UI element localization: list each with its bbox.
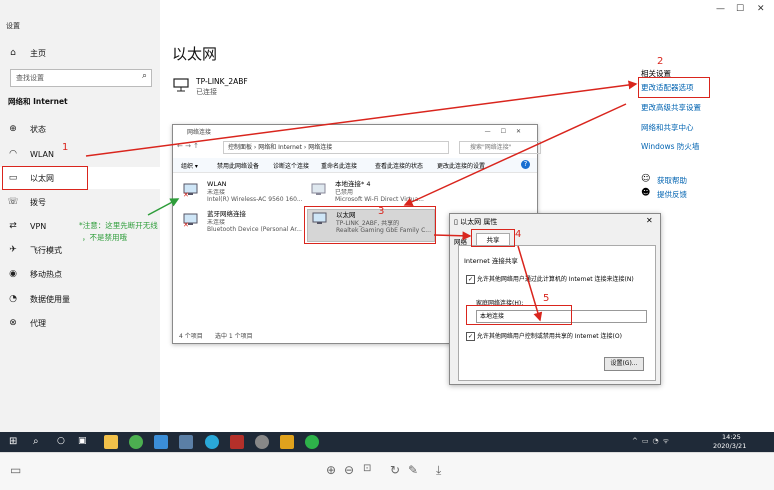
start-button[interactable]: ⊞ bbox=[9, 436, 17, 447]
chrome-icon[interactable] bbox=[129, 435, 143, 449]
annotation-3: 3 bbox=[378, 206, 385, 217]
gear-icon[interactable] bbox=[255, 435, 269, 449]
note-line-1: *注意：这里先断开无线 bbox=[79, 221, 158, 230]
app-icon[interactable] bbox=[154, 435, 168, 449]
zoom-out-icon[interactable]: ⊖ bbox=[344, 463, 354, 477]
settings-window: 设置 ⌂ 主页 查找设置 ⌕ 网络和 Internet ⊕ 状态 ◠ WLAN ▭ 以… bbox=[0, 0, 774, 432]
zoom-in-icon[interactable]: ⊕ bbox=[326, 463, 336, 477]
clock-time[interactable]: 14:25 bbox=[722, 433, 741, 441]
annotation-4: 4 bbox=[515, 229, 522, 240]
app-icon[interactable] bbox=[280, 435, 294, 449]
edit-icon[interactable]: ✎ bbox=[408, 463, 418, 477]
download-icon[interactable]: ⤓ bbox=[436, 463, 441, 478]
tray-icons[interactable]: ^▭◔ᯤ bbox=[632, 437, 673, 446]
settings-app-icon[interactable] bbox=[179, 435, 193, 449]
search-icon[interactable]: ⌕ bbox=[33, 436, 39, 447]
viewer-toolbar: ▭ ⊕ ⊖ ⊡ ↻ ✎ ⤓ bbox=[0, 452, 774, 490]
taskbar: ⊞ ⌕ ○ ▣ ^▭◔ᯤ 14:25 2020/3/21 bbox=[0, 432, 774, 452]
window-icon[interactable]: ▭ bbox=[10, 463, 21, 477]
task-view-icon[interactable]: ○ bbox=[57, 436, 65, 446]
actual-size-icon[interactable]: ⊡ bbox=[363, 463, 371, 474]
app-icon[interactable] bbox=[230, 435, 244, 449]
annotation-5: 5 bbox=[543, 293, 550, 304]
clock-date[interactable]: 2020/3/21 bbox=[713, 442, 746, 450]
note-line-2: ，不是禁用哦 bbox=[82, 233, 127, 242]
task-view-icon[interactable]: ▣ bbox=[78, 436, 87, 446]
annotation-2: 2 bbox=[657, 56, 664, 67]
app-icon[interactable] bbox=[205, 435, 219, 449]
wechat-icon[interactable] bbox=[305, 435, 319, 449]
annotation-1: 1 bbox=[62, 142, 69, 153]
file-explorer-icon[interactable] bbox=[104, 435, 118, 449]
rotate-icon[interactable]: ↻ bbox=[390, 463, 400, 477]
